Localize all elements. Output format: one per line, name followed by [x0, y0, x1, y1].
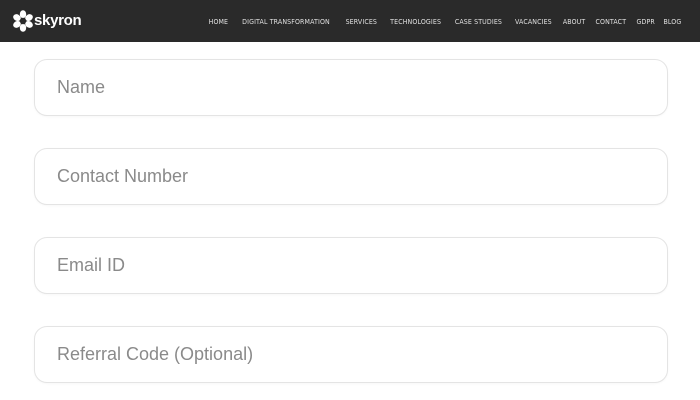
name-field-box	[34, 59, 668, 116]
referral-code-field-box	[34, 326, 668, 383]
nav-item-services[interactable]: SERVICES	[346, 17, 377, 26]
contact-number-field-box	[34, 148, 668, 205]
nav-item-about[interactable]: ABOUT	[563, 17, 586, 26]
nav-item-vacancies[interactable]: VACANCIES	[515, 17, 552, 26]
nav-item-blog[interactable]: BLOG	[664, 17, 682, 26]
brand-logo-link[interactable]: skyron	[13, 9, 82, 33]
name-input[interactable]	[57, 77, 637, 98]
nav-item-contact[interactable]: CONTACT	[596, 17, 627, 26]
main-nav: HOME DIGITAL TRANSFORMATION SERVICES TEC…	[208, 0, 682, 42]
contact-number-input[interactable]	[57, 166, 637, 187]
signup-form	[34, 59, 668, 383]
nav-item-digital-transformation[interactable]: DIGITAL TRANSFORMATION	[243, 17, 331, 26]
email-field-box	[34, 237, 668, 294]
flower-logo-icon	[13, 10, 33, 32]
top-navbar: skyron HOME DIGITAL TRANSFORMATION SERVI…	[0, 0, 700, 42]
referral-code-input[interactable]	[57, 344, 637, 365]
email-input[interactable]	[57, 255, 637, 276]
nav-item-case-studies[interactable]: CASE STUDIES	[455, 17, 502, 26]
nav-item-home[interactable]: HOME	[208, 17, 228, 26]
brand-name: skyron	[34, 12, 82, 29]
nav-item-gdpr[interactable]: GDPR	[636, 17, 654, 26]
nav-item-technologies[interactable]: TECHNOLOGIES	[390, 17, 441, 26]
